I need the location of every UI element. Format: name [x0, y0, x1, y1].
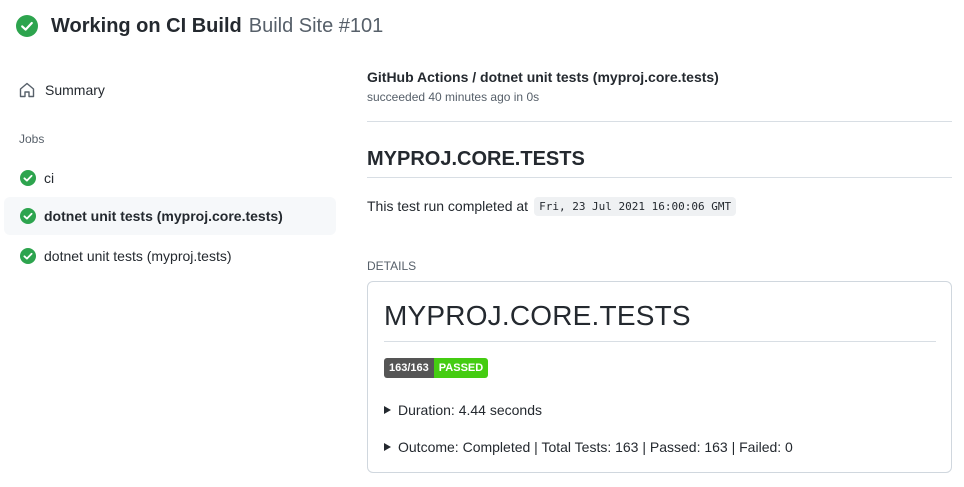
badge-status: PASSED	[433, 358, 489, 378]
card-title: MYPROJ.CORE.TESTS	[384, 300, 691, 331]
check-run-meta: succeeded 40 minutes ago in 0s	[367, 90, 540, 104]
check-circle-icon	[20, 170, 36, 186]
job-label: dotnet unit tests (myproj.core.tests)	[44, 208, 283, 224]
report-heading: MYPROJ.CORE.TESTS	[367, 148, 585, 170]
check-circle-icon	[16, 15, 38, 37]
page-title: Working on CI Build	[51, 14, 242, 37]
home-icon	[19, 82, 35, 98]
details-label: DETAILS	[367, 259, 417, 273]
divider	[384, 341, 936, 342]
sidebar-item-summary[interactable]: Summary	[18, 80, 105, 100]
sidebar-item-job-tests[interactable]: dotnet unit tests (myproj.tests)	[4, 237, 336, 275]
triangle-right-icon	[384, 406, 391, 414]
page-header: Working on CI Build Build Site #101	[16, 12, 383, 40]
duration-disclosure[interactable]: Duration: 4.44 seconds	[384, 400, 542, 420]
duration-label: Duration: 4.44 seconds	[398, 402, 542, 418]
badge-count: 163/163	[384, 358, 434, 378]
status-badge: 163/163 PASSED	[384, 358, 489, 378]
divider	[367, 121, 952, 122]
completed-timestamp: Fri, 23 Jul 2021 16:00:06 GMT	[534, 196, 737, 216]
details-card: MYPROJ.CORE.TESTS 163/163 PASSED Duratio…	[367, 281, 952, 473]
check-circle-icon	[20, 248, 36, 264]
job-label: dotnet unit tests (myproj.tests)	[44, 248, 232, 264]
page-subtitle: Build Site #101	[248, 14, 384, 37]
outcome-disclosure[interactable]: Outcome: Completed | Total Tests: 163 | …	[384, 437, 793, 457]
job-label: ci	[44, 170, 55, 186]
triangle-right-icon	[384, 443, 391, 451]
sidebar-item-job-ci[interactable]: ci	[4, 159, 336, 197]
jobs-heading: Jobs	[19, 132, 45, 146]
sidebar-item-job-core-tests[interactable]: dotnet unit tests (myproj.core.tests)	[4, 197, 336, 235]
summary-label: Summary	[45, 82, 105, 98]
check-circle-icon	[20, 208, 36, 224]
divider	[367, 177, 952, 178]
check-run-title: GitHub Actions / dotnet unit tests (mypr…	[367, 69, 719, 85]
completed-text: This test run completed at Fri, 23 Jul 2…	[367, 196, 737, 216]
outcome-label: Outcome: Completed | Total Tests: 163 | …	[398, 439, 793, 455]
completed-prefix: This test run completed at	[367, 198, 529, 214]
